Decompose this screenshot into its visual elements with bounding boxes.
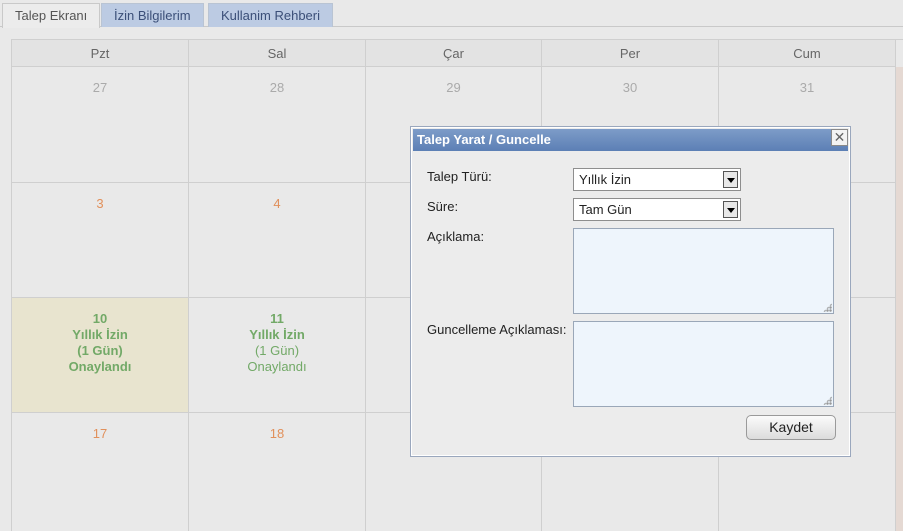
day-cell[interactable]: 4 xyxy=(189,183,366,298)
day-header-wed: Çar xyxy=(366,40,542,67)
day-cell[interactable]: 18 xyxy=(189,413,366,531)
duration-select[interactable]: Tam Gün xyxy=(573,198,741,221)
close-icon[interactable]: ✕ xyxy=(831,129,848,146)
day-header-fri: Cum xyxy=(719,40,896,67)
description-textarea[interactable] xyxy=(573,228,834,314)
leave-status: Onaylandı xyxy=(68,359,132,374)
day-number: 17 xyxy=(92,426,108,441)
day-header-thu: Per xyxy=(542,40,719,67)
leave-type: Yıllık İzin xyxy=(72,327,128,342)
request-dialog: Talep Yarat / Guncelle ✕ Talep Türü: Yıl… xyxy=(410,126,851,457)
day-header-tue: Sal xyxy=(189,40,366,67)
leave-duration: (1 Gün) xyxy=(77,343,123,358)
day-number: 4 xyxy=(273,196,281,211)
tab-talep-ekrani[interactable]: Talep Ekranı xyxy=(2,3,101,28)
day-cell[interactable]: 11 Yıllık İzin (1 Gün) Onaylandı xyxy=(189,298,366,413)
leave-status: Onaylandı xyxy=(247,359,307,374)
chevron-down-icon[interactable] xyxy=(723,171,738,188)
request-type-value: Yıllık İzin xyxy=(579,172,632,187)
day-cell[interactable]: 3 xyxy=(12,183,189,298)
leave-type: Yıllık İzin xyxy=(249,327,305,342)
dialog-title[interactable]: Talep Yarat / Guncelle xyxy=(413,129,848,151)
leave-entry[interactable]: 10 Yıllık İzin (1 Gün) Onaylandı xyxy=(12,311,188,375)
tab-kullanim-rehberi[interactable]: Kullanim Rehberi xyxy=(208,3,333,27)
update-description-textarea[interactable] xyxy=(573,321,834,407)
day-number: 18 xyxy=(269,426,285,441)
request-type-label: Talep Türü: xyxy=(427,169,492,184)
day-number: 27 xyxy=(92,80,108,95)
day-cell[interactable]: 28 xyxy=(189,67,366,183)
day-number: 29 xyxy=(446,80,461,95)
duration-value: Tam Gün xyxy=(579,202,632,217)
day-cell[interactable]: 27 xyxy=(12,67,189,183)
tab-izin-bilgilerim[interactable]: İzin Bilgilerim xyxy=(101,3,204,27)
day-number: 30 xyxy=(622,80,638,95)
day-number: 10 xyxy=(92,311,108,326)
day-number: 3 xyxy=(96,196,104,211)
day-header-mon: Pzt xyxy=(12,40,189,67)
leave-duration: (1 Gün) xyxy=(254,343,300,358)
duration-label: Süre: xyxy=(427,199,459,214)
day-number: 11 xyxy=(270,311,284,326)
tab-bar: Talep Ekranı İzin Bilgilerim Kullanim Re… xyxy=(0,0,903,28)
chevron-down-icon[interactable] xyxy=(723,201,738,218)
update-description-label: Guncelleme Açıklaması: xyxy=(427,322,567,337)
day-number: 31 xyxy=(799,80,815,95)
page: Talep Ekranı İzin Bilgilerim Kullanim Re… xyxy=(0,0,903,531)
day-number: 28 xyxy=(269,80,285,95)
request-type-select[interactable]: Yıllık İzin xyxy=(573,168,741,191)
day-cell[interactable]: 17 xyxy=(12,413,189,531)
day-cell-today[interactable]: 10 Yıllık İzin (1 Gün) Onaylandı xyxy=(12,298,189,413)
description-label: Açıklama: xyxy=(427,229,485,244)
weekend-column xyxy=(896,67,903,531)
save-button[interactable]: Kaydet xyxy=(746,415,836,440)
leave-entry[interactable]: 11 Yıllık İzin (1 Gün) Onaylandı xyxy=(189,311,365,375)
